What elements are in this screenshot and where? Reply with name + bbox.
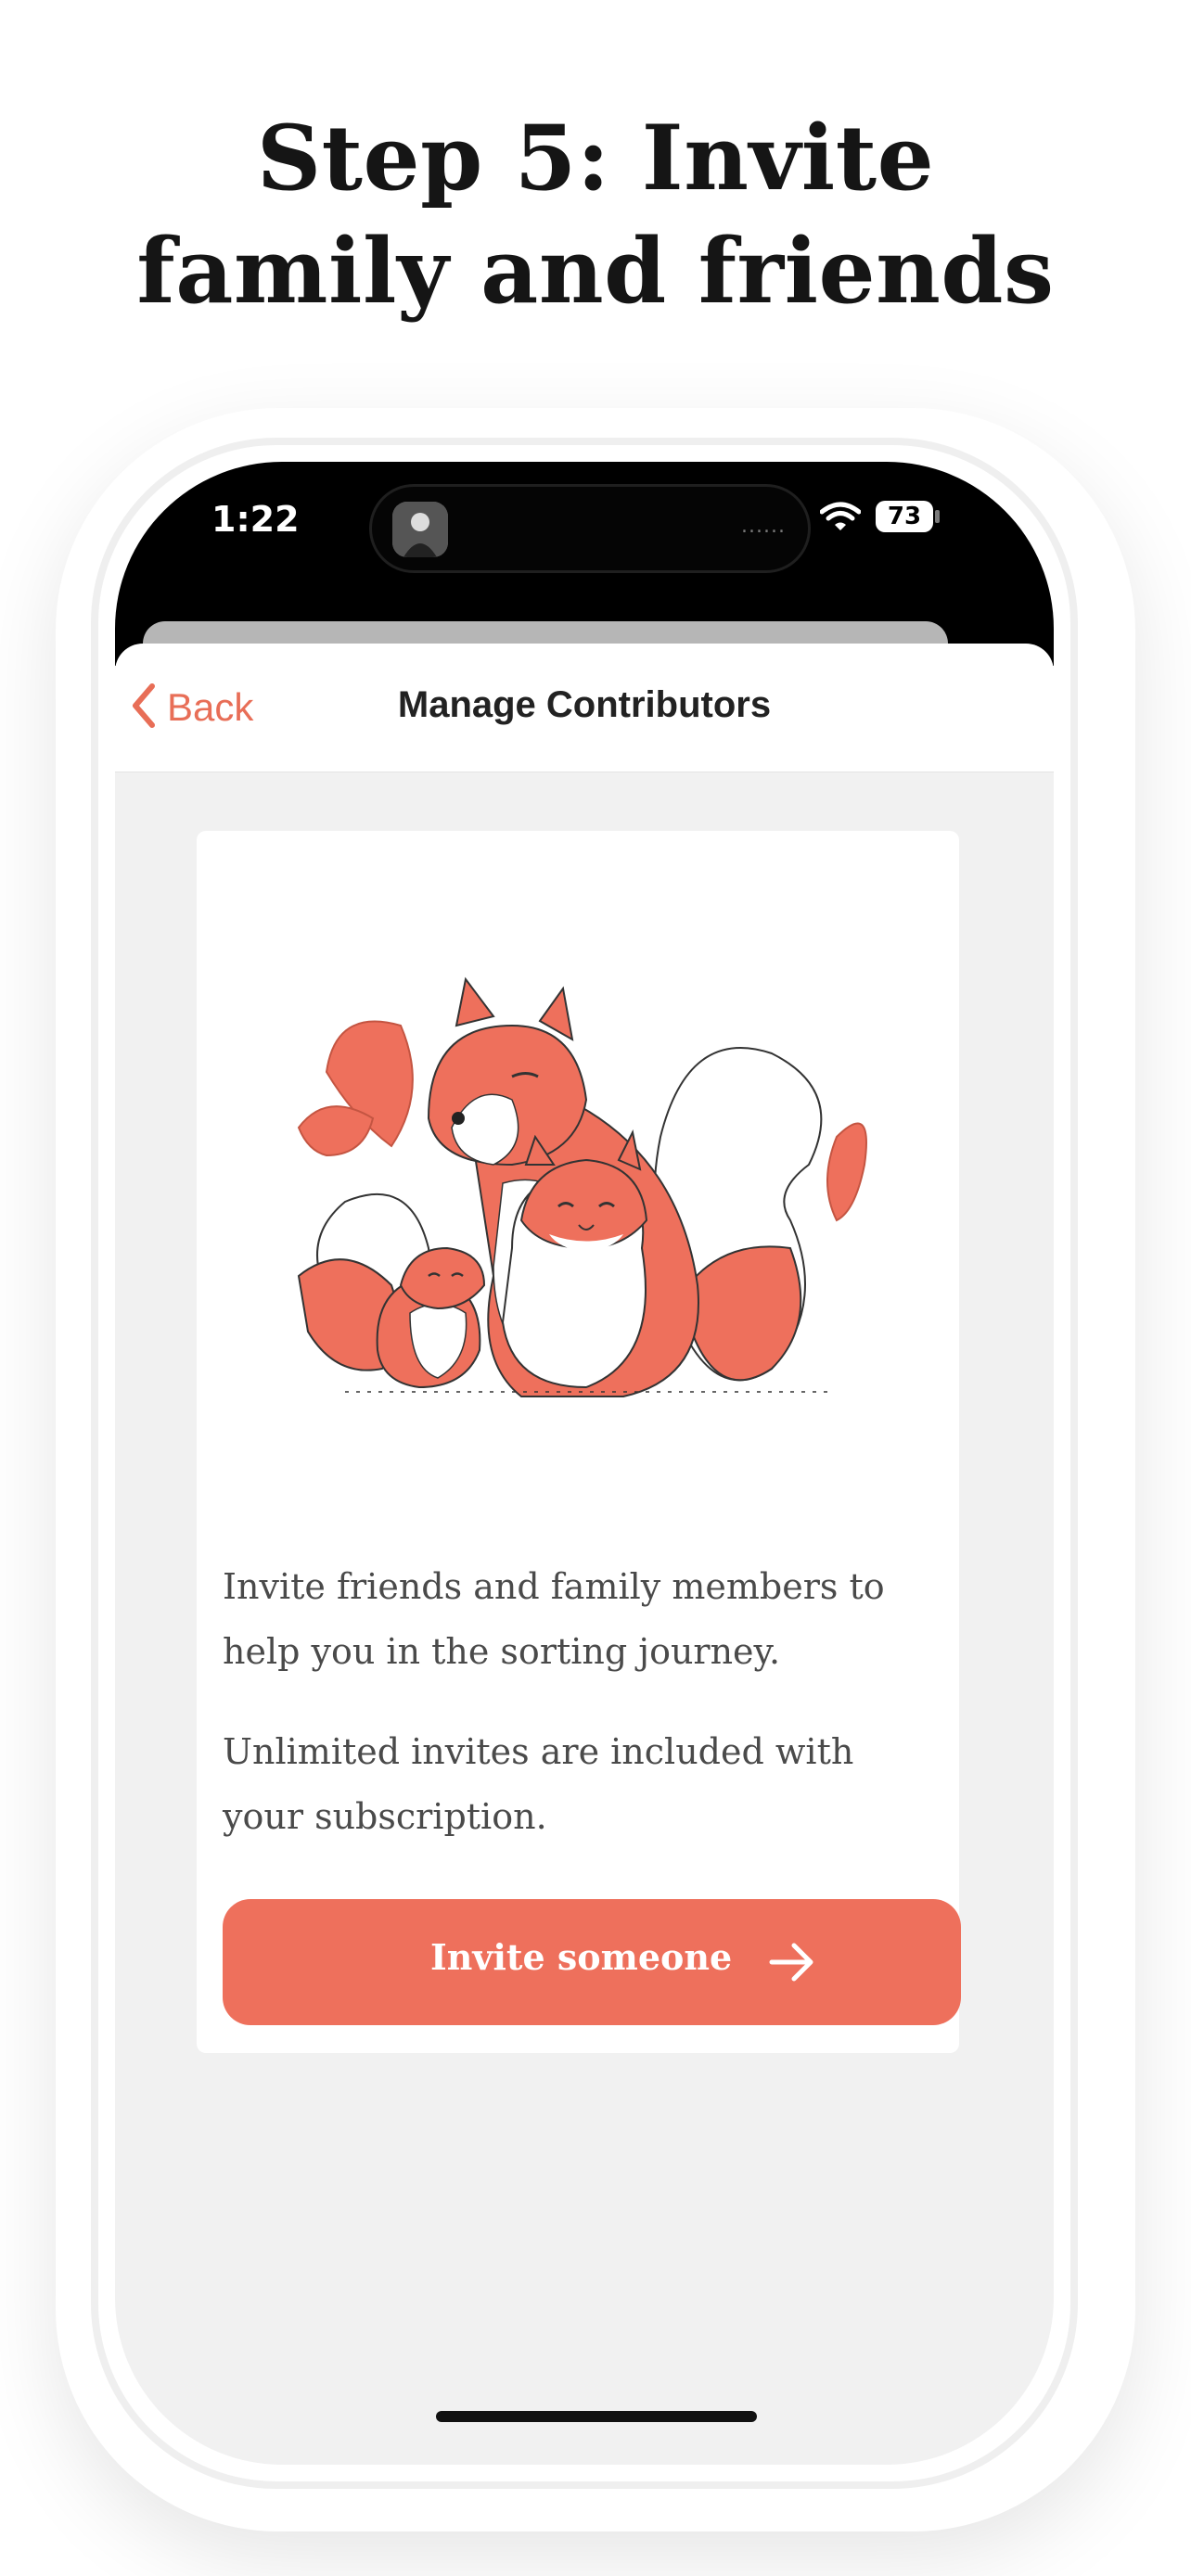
phone-frame: 1:22 ...... 73 Back Manage Contributors …: [91, 438, 1078, 2489]
avatar-icon: [392, 502, 448, 557]
invite-button-label: Invite someone: [430, 1936, 733, 1978]
status-time: 1:22: [211, 499, 300, 540]
battery-tip: [935, 510, 940, 523]
invite-someone-button[interactable]: Invite someone: [223, 1899, 961, 2025]
status-bar: 1:22 ...... 73: [115, 462, 1054, 666]
dynamic-island: ......: [369, 484, 811, 573]
subscription-note: Unlimited invites are included with your…: [223, 1731, 854, 1837]
invite-description: Invite friends and family members to hel…: [223, 1566, 885, 1672]
page-title: Manage Contributors: [397, 684, 772, 725]
invite-card: Invite friends and family members to hel…: [197, 831, 961, 2053]
activity-dots: ......: [741, 515, 786, 538]
headline-line-1: Step 5: Invite: [256, 106, 935, 210]
wifi-icon: [819, 501, 862, 536]
home-indicator[interactable]: [436, 2411, 757, 2422]
phone-screen: 1:22 ...... 73 Back Manage Contributors …: [115, 462, 1054, 2465]
battery-icon: 73: [876, 501, 933, 532]
marketing-headline: Step 5: Invite family and friends: [0, 102, 1191, 328]
squirrel-family-illustration: [289, 970, 883, 1434]
headline-line-2: family and friends: [136, 219, 1055, 324]
arrow-right-icon: [766, 1936, 818, 1992]
navigation-bar: Back Manage Contributors: [115, 644, 1054, 772]
